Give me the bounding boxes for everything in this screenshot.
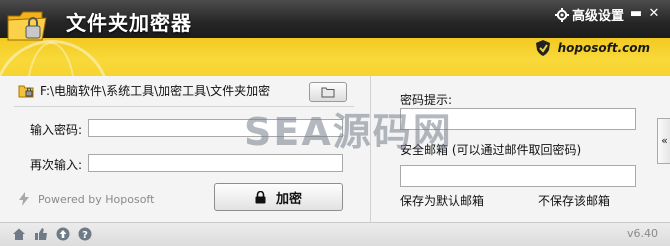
app-title: 文件夹加密器: [66, 11, 192, 35]
confirm-password-input[interactable]: [88, 154, 343, 172]
upload-icon[interactable]: [56, 227, 70, 241]
password-label: 输入密码:: [30, 123, 83, 137]
header-bar: 文件夹加密器 高级设置 ▬ ✕ hoposoft.com: [0, 0, 670, 76]
status-bar: ? v6.40: [0, 222, 670, 246]
svg-text:?: ?: [82, 230, 88, 241]
watermark: SEA源码网: [244, 110, 453, 154]
folder-path-row: F:\电脑软件\系统工具\加密工具\文件夹加密: [18, 82, 270, 99]
encrypt-button-label: 加密: [275, 191, 302, 207]
powered-by-text: Powered by Hoposoft: [38, 192, 155, 206]
minimize-icon[interactable]: ▬: [628, 6, 644, 22]
advanced-settings-button[interactable]: 高级设置: [554, 5, 624, 24]
lock-icon: [255, 190, 266, 203]
home-icon[interactable]: [12, 227, 26, 241]
collapse-panel-button[interactable]: «: [657, 118, 670, 164]
help-icon[interactable]: ?: [78, 227, 92, 241]
lightning-icon: [19, 192, 29, 206]
safe-email-input[interactable]: [400, 165, 636, 187]
powered-by: Powered by Hoposoft: [18, 192, 154, 206]
folder-path: F:\电脑软件\系统工具\加密工具\文件夹加密: [40, 84, 271, 98]
encrypt-button[interactable]: 加密: [214, 183, 343, 211]
app-logo-icon: [7, 11, 47, 41]
folder-icon: [321, 87, 335, 98]
close-icon[interactable]: ✕: [646, 6, 662, 22]
gear-icon: [554, 7, 569, 22]
browse-folder-button[interactable]: [309, 82, 347, 102]
thumbs-up-icon[interactable]: [34, 227, 48, 241]
confirm-password-label: 再次输入:: [30, 158, 83, 172]
advanced-settings-label: 高级设置: [571, 9, 624, 24]
version-label: v6.40: [626, 227, 658, 240]
folder-lock-icon: [18, 85, 34, 97]
brand-logo: hoposoft.com: [534, 39, 650, 57]
brand-text: hoposoft.com: [557, 41, 650, 55]
save-default-email-option[interactable]: 保存为默认邮箱: [400, 192, 484, 209]
shield-icon: [535, 40, 550, 56]
do-not-save-email-option[interactable]: 不保存该邮箱: [538, 192, 610, 209]
